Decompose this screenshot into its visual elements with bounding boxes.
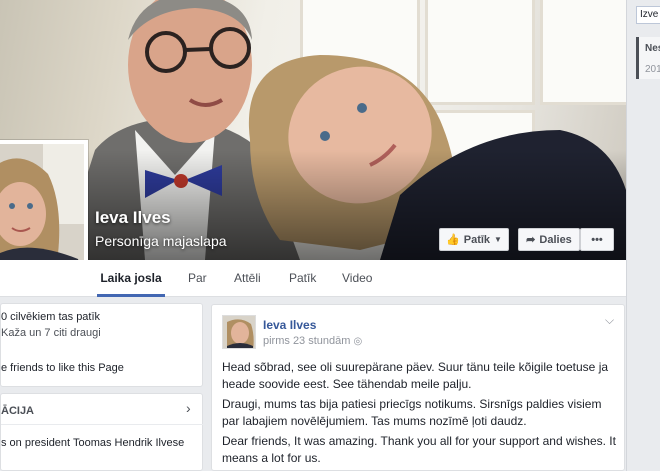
about-section-title: ĀCIJA [1, 405, 35, 417]
tab-videos[interactable]: Video [342, 260, 372, 297]
avatar-portrait [223, 316, 255, 348]
sidebar-news-title: Nes [645, 43, 660, 54]
chevron-right-icon[interactable]: › [186, 400, 191, 416]
likes-count[interactable]: 0 cilvēkiem tas patīk [1, 311, 100, 323]
share-button[interactable]: ➦ Dalies [518, 228, 580, 251]
page-name[interactable]: Ieva Ilves [95, 208, 171, 228]
globe-icon: ◎ [353, 336, 363, 347]
post-paragraph-latvian: Draugi, mums tas bija patiesi priecīgs n… [222, 397, 602, 428]
invite-friends-link[interactable]: e friends to like this Page [1, 362, 124, 374]
thumbs-up-icon: 👍 [446, 234, 460, 246]
tab-likes[interactable]: Patīk [289, 260, 316, 297]
like-button-label: Patīk [463, 233, 491, 246]
share-arrow-icon: ➦ [526, 234, 536, 246]
tab-timeline[interactable]: Laika josla [97, 260, 165, 297]
profile-portrait [0, 144, 84, 278]
post-paragraph-english: Dear friends, It was amazing. Thank you … [222, 434, 616, 465]
page-tabs: Laika josla Par Attēli Patīk Video [0, 260, 626, 297]
post-author-avatar[interactable] [222, 315, 256, 349]
divider [1, 424, 204, 425]
search-input[interactable]: Izve [636, 6, 660, 24]
more-dots-icon: ••• [591, 233, 603, 246]
share-button-label: Dalies [539, 233, 572, 246]
more-options-button[interactable]: ••• [580, 228, 614, 251]
like-button[interactable]: 👍 Patīk ▼ [439, 228, 509, 251]
likes-box: 0 cilvēkiem tas patīk Kaža un 7 citi dra… [0, 303, 203, 387]
page-category: Personīga majaslapa [95, 233, 227, 249]
post-timestamp[interactable]: pirms 23 stundām ◎ [263, 335, 362, 347]
tab-about[interactable]: Par [188, 260, 207, 297]
post-options-chevron-icon[interactable]: ⌵ [605, 313, 614, 328]
about-box: ĀCIJA › s on president Toomas Hendrik Il… [0, 393, 204, 471]
about-text: s on president Toomas Hendrik Ilvese [1, 437, 185, 449]
cover-photo[interactable] [0, 0, 626, 260]
tab-photos[interactable]: Attēli [234, 260, 261, 297]
post-time-text: pirms 23 stundām [263, 335, 351, 347]
timeline-post: Ieva Ilves pirms 23 stundām ◎ ⌵ Head sõb… [211, 304, 625, 471]
sidebar-news-date: 201 [645, 64, 660, 75]
post-paragraph-estonian: Head sõbrad, see oli suurepärane päev. S… [222, 360, 609, 391]
likes-friends[interactable]: Kaža un 7 citi draugi [1, 327, 101, 339]
caret-down-icon: ▼ [494, 235, 502, 244]
post-author-name[interactable]: Ieva Ilves [263, 318, 316, 332]
